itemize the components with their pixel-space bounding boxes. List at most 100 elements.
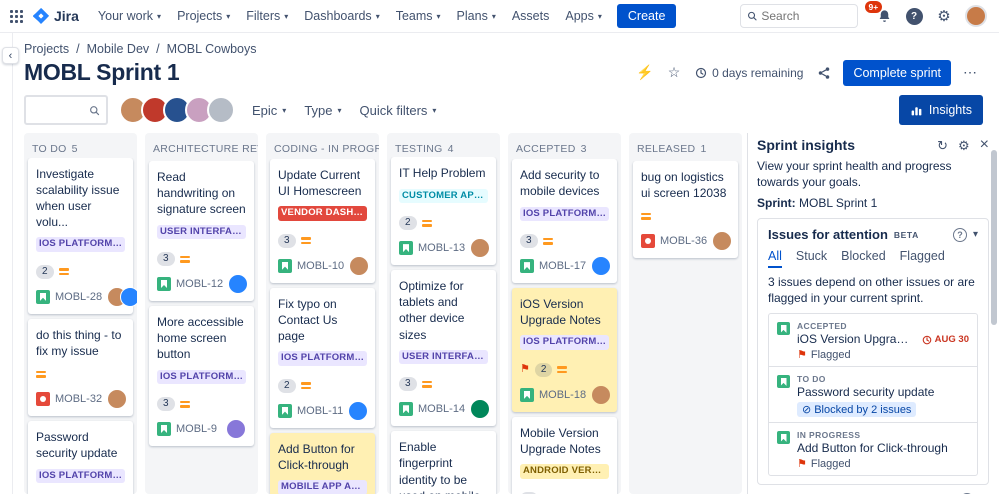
help-button[interactable]: ?: [902, 4, 926, 28]
tab-all[interactable]: All: [768, 249, 782, 268]
flag-icon: ⚑: [797, 457, 807, 470]
issue-key[interactable]: MOBL-10: [297, 260, 344, 272]
issue-key[interactable]: MOBL-18: [539, 389, 586, 401]
issue-key[interactable]: MOBL-36: [660, 235, 707, 247]
close-icon[interactable]: ×: [980, 137, 989, 153]
issue-key[interactable]: MOBL-12: [176, 278, 223, 290]
star-button[interactable]: ☆: [661, 60, 687, 86]
epic-filter-dropdown[interactable]: Epic ▾: [246, 97, 292, 124]
nav-apps[interactable]: Apps ▾: [558, 0, 609, 32]
quick-filters-dropdown[interactable]: Quick filters ▾: [354, 97, 443, 124]
epic-label[interactable]: IOS PLATFORM UPDATE: [36, 237, 125, 252]
notifications-button[interactable]: 9+: [865, 1, 896, 28]
epic-label[interactable]: USER INTERFACE REVIE...: [157, 224, 246, 239]
type-filter-dropdown[interactable]: Type ▾: [298, 97, 347, 124]
nav-assets[interactable]: Assets: [505, 0, 557, 32]
epic-label[interactable]: CUSTOMER APPLICATIO...: [399, 188, 488, 204]
attention-item[interactable]: TO DO Password security update ⊘ Blocked b…: [769, 367, 977, 424]
issue-key[interactable]: MOBL-28: [55, 291, 102, 303]
user-avatar[interactable]: [965, 5, 987, 27]
issue-card[interactable]: do this thing - to fix my issue MOBL-32: [28, 318, 133, 417]
nav-filters[interactable]: Filters ▾: [239, 0, 295, 32]
epic-label[interactable]: ANDROID VERSION UPG...: [520, 464, 609, 479]
issue-card[interactable]: Password security update IOS PLATFORM UPD…: [28, 421, 133, 494]
priority-medium-icon: [179, 400, 190, 408]
chevron-down-icon[interactable]: ▾: [973, 229, 978, 240]
column-name: ARCHITECTURE REVI...: [153, 143, 258, 155]
more-button[interactable]: ⋯: [957, 60, 983, 86]
scrollbar[interactable]: [991, 150, 997, 325]
share-button[interactable]: [811, 60, 837, 86]
breadcrumb-project[interactable]: Mobile Dev: [87, 42, 150, 56]
epic-label[interactable]: IOS PLATFORM UPDATE: [520, 206, 609, 222]
item-title: iOS Version Upgrade Notes: [797, 332, 915, 347]
card-title: Add Button for Click-through: [278, 441, 355, 472]
issue-card[interactable]: Add security to mobile devices IOS PLATFO…: [512, 159, 617, 284]
settings-button[interactable]: ⚙: [932, 4, 956, 28]
issue-card[interactable]: iOS Version Upgrade Notes IOS PLATFORM UP…: [512, 288, 617, 412]
epic-label[interactable]: IOS PLATFORM UPDATE: [36, 468, 125, 484]
nav-your-work[interactable]: Your work ▾: [91, 0, 168, 32]
story-icon: [777, 322, 790, 336]
tab-flagged[interactable]: Flagged: [900, 249, 945, 268]
issue-key[interactable]: MOBL-17: [539, 260, 586, 272]
issue-card[interactable]: Update Current UI Homescreen VENDOR DASHB…: [270, 158, 375, 283]
issue-card[interactable]: More accessible home screen button IOS PL…: [149, 306, 254, 446]
issue-key[interactable]: MOBL-14: [418, 403, 465, 415]
create-button[interactable]: Create: [616, 4, 677, 28]
epic-label[interactable]: IOS PLATFORM UPDATE: [157, 369, 246, 384]
issue-card[interactable]: Investigate scalability issue when user …: [28, 157, 137, 314]
issue-card[interactable]: Optimize for tablets and other device si…: [391, 270, 496, 427]
assignee-avatars: [119, 96, 235, 124]
issue-card[interactable]: bug on logistics ui screen 12038 MOBL-36: [633, 161, 738, 259]
epic-label[interactable]: MOBILE APP AUTHENTICA...: [278, 480, 367, 494]
app-switcher-icon[interactable]: [10, 9, 23, 23]
story-icon: [777, 431, 790, 445]
issue-card[interactable]: Add Button for Click-through MOBILE APP A…: [270, 432, 375, 494]
tab-stuck[interactable]: Stuck: [796, 249, 827, 268]
insights-button[interactable]: Insights: [898, 95, 983, 125]
help-icon[interactable]: ?: [952, 227, 967, 242]
board-columns: TO DO 5 Investigate scalability issue when…: [24, 133, 742, 494]
toolbar-avatar[interactable]: [207, 96, 235, 124]
issue-key[interactable]: MOBL-13: [418, 242, 465, 254]
column-header: CODING - IN PROGRES...3: [266, 133, 379, 159]
automation-button[interactable]: ⚡: [632, 60, 658, 86]
global-search-input[interactable]: [761, 9, 851, 23]
issue-card[interactable]: Enable fingerprint identity to be used o…: [391, 431, 496, 494]
jira-logo[interactable]: Jira: [33, 8, 79, 24]
sidebar-expand-button[interactable]: ‹: [2, 47, 19, 64]
chevron-down-icon: ▾: [491, 11, 496, 21]
epic-label[interactable]: USER INTERFACE REVIE...: [399, 349, 488, 365]
nav-plans[interactable]: Plans ▾: [450, 0, 503, 32]
board-search-input[interactable]: [32, 103, 90, 117]
board-search[interactable]: [24, 95, 108, 125]
refresh-icon[interactable]: ↻: [937, 139, 948, 152]
tab-blocked[interactable]: Blocked: [841, 249, 885, 268]
due-date: AUG 30: [922, 334, 969, 345]
issue-key[interactable]: MOBL-11: [297, 405, 343, 417]
epic-label[interactable]: VENDOR DASHBOARD: [278, 206, 367, 221]
complete-sprint-button[interactable]: Complete sprint: [843, 59, 951, 86]
epic-label[interactable]: IOS PLATFORM UPDATE: [278, 351, 367, 366]
issue-card[interactable]: IT Help Problem CUSTOMER APPLICATIO... 2MO…: [391, 157, 496, 266]
attention-item[interactable]: ACCEPTEDiOS Version Upgrade Notes⚑Flagge…: [769, 314, 977, 368]
nav-projects[interactable]: Projects ▾: [170, 0, 237, 32]
global-search[interactable]: [740, 4, 858, 28]
issue-key[interactable]: MOBL-9: [176, 423, 217, 435]
gear-icon[interactable]: ⚙: [958, 139, 970, 152]
nav-dashboards[interactable]: Dashboards ▾: [297, 0, 386, 32]
attention-item[interactable]: IN PROGRESS Add Button for Click-through ⚑…: [769, 423, 977, 475]
chevron-down-icon: ▾: [375, 11, 380, 21]
issue-card[interactable]: Fix typo on Contact Us page IOS PLATFORM …: [270, 287, 375, 428]
issue-card[interactable]: Mobile Version Upgrade Notes ANDROID VERS…: [512, 416, 617, 494]
issue-card[interactable]: Read handwriting on signature screen USER…: [149, 161, 254, 301]
epic-label[interactable]: IOS PLATFORM UPDATE: [520, 335, 609, 350]
estimate-badge: 3: [520, 234, 538, 249]
insights-description: View your sprint health and progress tow…: [757, 159, 952, 189]
nav-teams[interactable]: Teams ▾: [389, 0, 448, 32]
issue-key[interactable]: MOBL-32: [55, 393, 102, 405]
breadcrumb-board[interactable]: MOBL Cowboys: [167, 42, 257, 56]
avatar: [226, 419, 246, 439]
breadcrumb-projects[interactable]: Projects: [24, 42, 69, 56]
